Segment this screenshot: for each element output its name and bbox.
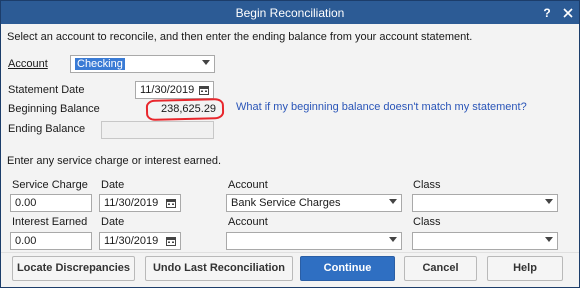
account-select[interactable]: Checking: [70, 55, 215, 73]
ending-balance-field[interactable]: [101, 121, 214, 139]
intro-text: Select an account to reconcile, and then…: [7, 31, 473, 43]
help-icon[interactable]: ?: [537, 1, 557, 24]
svg-text:?: ?: [543, 6, 550, 20]
interest-earned-account-select[interactable]: [226, 232, 402, 250]
calendar-icon[interactable]: [166, 198, 176, 208]
interest-earned-date-label: Date: [101, 216, 125, 228]
interest-earned-amount-field[interactable]: 0.00: [10, 232, 92, 250]
calendar-icon[interactable]: [199, 85, 209, 95]
service-charge-label: Service Charge: [12, 179, 88, 191]
service-charge-account-value: Bank Service Charges: [231, 197, 341, 209]
service-charge-date-field[interactable]: 11/30/2019: [99, 194, 181, 212]
chevron-down-icon: [545, 199, 553, 204]
interest-earned-account-label: Account: [228, 216, 268, 228]
window-title: Begin Reconciliation: [235, 6, 345, 20]
chevron-down-icon: [389, 237, 397, 242]
interest-earned-class-label: Class: [413, 216, 441, 228]
service-charge-amount-field[interactable]: 0.00: [10, 194, 92, 212]
service-charge-class-select[interactable]: [412, 194, 558, 212]
service-charge-date-label: Date: [101, 179, 125, 191]
continue-button[interactable]: Continue: [300, 256, 395, 281]
beginning-balance-label: Beginning Balance: [8, 103, 100, 115]
interest-earned-date-field[interactable]: 11/30/2019: [99, 232, 181, 250]
service-charge-class-label: Class: [413, 179, 441, 191]
service-charge-account-label: Account: [228, 179, 268, 191]
close-icon[interactable]: [558, 1, 578, 24]
begin-reconciliation-dialog: Begin Reconciliation ? Select an account…: [0, 0, 580, 288]
interest-earned-class-select[interactable]: [412, 232, 558, 250]
undo-last-reconciliation-button[interactable]: Undo Last Reconciliation: [145, 256, 293, 281]
divider: [1, 252, 579, 253]
statement-date-field[interactable]: 11/30/2019: [135, 81, 214, 99]
interest-earned-date-value: 11/30/2019: [104, 235, 159, 247]
calendar-icon[interactable]: [166, 236, 176, 246]
locate-discrepancies-button[interactable]: Locate Discrepancies: [12, 256, 135, 281]
service-charge-account-select[interactable]: Bank Service Charges: [226, 194, 402, 212]
cancel-button[interactable]: Cancel: [404, 256, 477, 281]
chevron-down-icon: [202, 60, 210, 65]
chevron-down-icon: [545, 237, 553, 242]
account-label: Account: [8, 58, 48, 70]
title-bar: Begin Reconciliation ?: [1, 1, 579, 24]
statement-date-value: 11/30/2019: [140, 84, 195, 96]
service-charge-date-value: 11/30/2019: [104, 197, 159, 209]
account-select-value: Checking: [75, 58, 125, 70]
chevron-down-icon: [389, 199, 397, 204]
help-button[interactable]: Help: [487, 256, 563, 281]
service-charge-section-text: Enter any service charge or interest ear…: [7, 155, 222, 167]
statement-date-label: Statement Date: [8, 84, 85, 96]
ending-balance-label: Ending Balance: [8, 123, 86, 135]
interest-earned-label: Interest Earned: [12, 216, 88, 228]
beginning-balance-help-link[interactable]: What if my beginning balance doesn't mat…: [236, 101, 527, 113]
beginning-balance-value: 238,625.29: [161, 103, 217, 115]
